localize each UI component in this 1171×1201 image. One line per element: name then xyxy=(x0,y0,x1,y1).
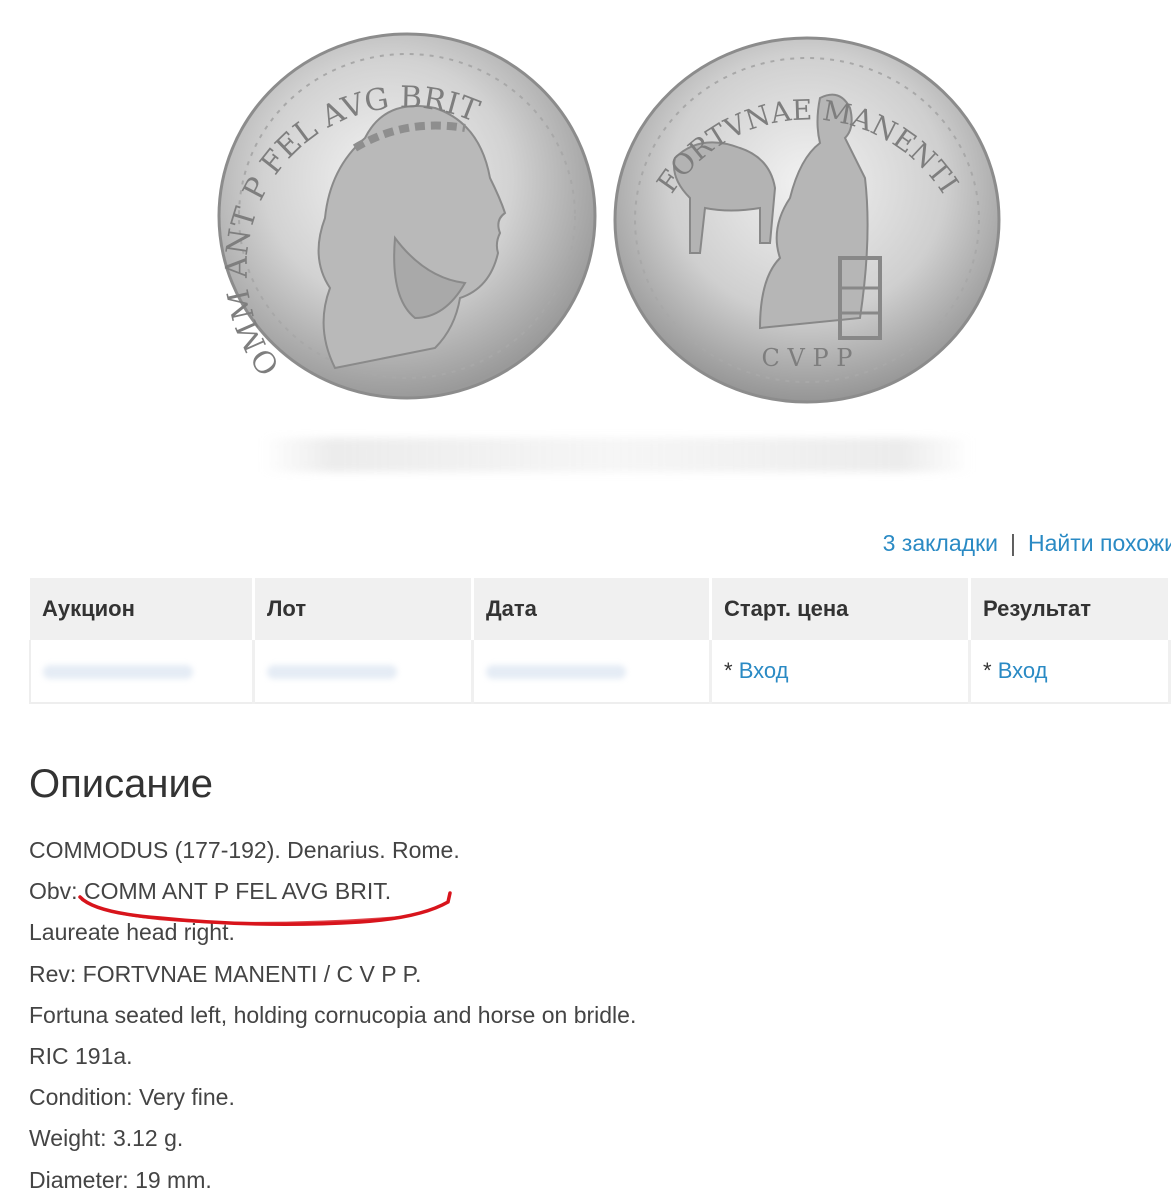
result-login-link[interactable]: Вход xyxy=(998,658,1048,683)
blurred-date xyxy=(486,665,626,680)
auction-table: Аукцион Лот Дата Старт. цена Результат *… xyxy=(29,578,1171,704)
coin-photo: COMM ANT P FEL AVG BRIT FORTVNAE MANENTI… xyxy=(215,28,1001,404)
description-line: Fortuna seated left, holding cornucopia … xyxy=(29,1001,637,1028)
links-separator: | xyxy=(1009,530,1016,556)
column-header-date: Дата xyxy=(472,578,712,640)
blurred-caption xyxy=(262,438,972,472)
blurred-lot-number xyxy=(267,665,397,680)
description-line: Rev: FORTVNAE MANENTI / C V P P. xyxy=(29,960,422,987)
start-price-login-link[interactable]: Вход xyxy=(739,658,789,683)
coin-image-area: COMM ANT P FEL AVG BRIT FORTVNAE MANENTI… xyxy=(0,0,1171,500)
start-price-asterisk: * xyxy=(724,658,733,683)
column-header-start-price: Старт. цена xyxy=(710,578,971,640)
auction-cell[interactable] xyxy=(29,640,255,704)
reverse-exergue: C V P P xyxy=(762,344,853,372)
bookmarks-link[interactable]: 3 закладки xyxy=(883,530,998,556)
result-asterisk: * xyxy=(983,658,992,683)
coin-reverse: FORTVNAE MANENTI C V P P xyxy=(613,36,1001,404)
lot-cell[interactable] xyxy=(253,640,474,704)
description-line: RIC 191a. xyxy=(29,1042,133,1069)
table-header-row: Аукцион Лот Дата Старт. цена Результат xyxy=(30,578,1171,640)
description-line: COMMODUS (177-192). Denarius. Rome. xyxy=(29,837,460,863)
find-similar-link[interactable]: Найти похожи xyxy=(1028,530,1171,556)
blurred-auction-name xyxy=(43,665,193,680)
lot-links: 3 закладки | Найти похожи xyxy=(883,530,1171,557)
description-heading: Описание xyxy=(29,762,214,806)
column-header-lot: Лот xyxy=(253,578,474,640)
description-line: Laureate head right. xyxy=(29,919,235,946)
coin-obverse: COMM ANT P FEL AVG BRIT xyxy=(215,28,597,400)
description-line: Weight: 3.12 g. xyxy=(29,1125,184,1152)
table-row: * Вход * Вход xyxy=(29,640,1171,704)
description-list: COMMODUS (177-192). Denarius. Rome. Obv:… xyxy=(29,830,636,1201)
start-price-cell: * Вход xyxy=(710,640,971,704)
column-header-auction: Аукцион xyxy=(30,578,255,640)
result-cell: * Вход xyxy=(969,640,1171,704)
description-line: Condition: Very fine. xyxy=(29,1084,235,1111)
column-header-result: Результат xyxy=(969,578,1171,640)
description-line: Diameter: 19 mm. xyxy=(29,1166,212,1193)
date-cell xyxy=(472,640,712,704)
description-line: Obv: COMM ANT P FEL AVG BRIT. xyxy=(29,878,392,905)
